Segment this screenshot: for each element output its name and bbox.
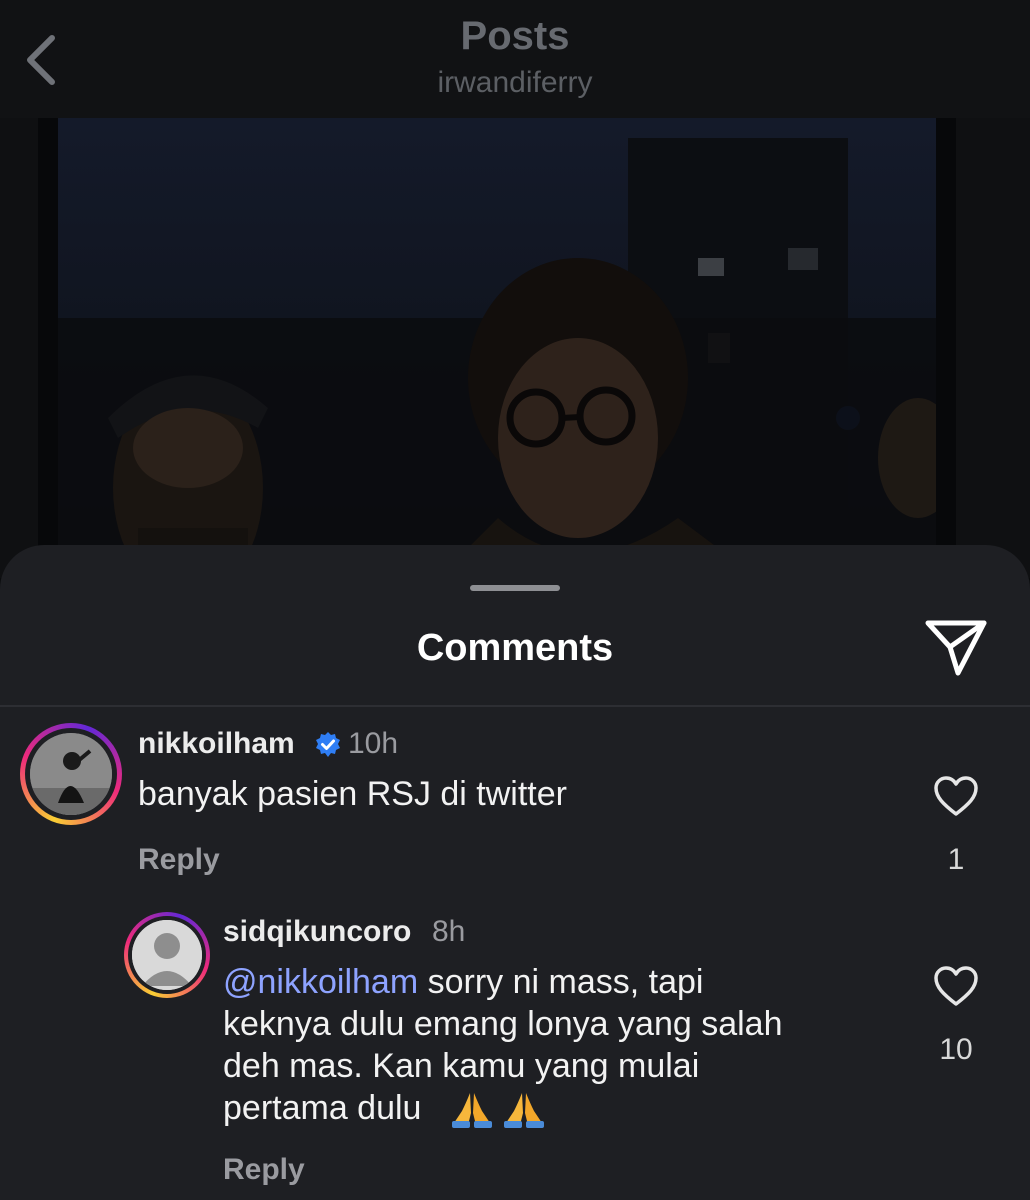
- post-media-area: [0, 118, 1030, 578]
- avatar-story-ring[interactable]: [124, 912, 210, 998]
- comment-text-line: sorry ni mass, tapi: [418, 963, 704, 1001]
- like-heart-icon[interactable]: [933, 775, 979, 817]
- user-photo-icon: [30, 733, 112, 815]
- comment-timestamp: 8h: [432, 915, 466, 948]
- folded-hands-emoji-icon: [452, 1093, 492, 1128]
- avatar-story-ring[interactable]: [20, 723, 122, 825]
- like-count: 1: [947, 843, 965, 876]
- reply-button[interactable]: Reply: [138, 843, 220, 877]
- night-photo-illustration: [58, 118, 936, 578]
- default-avatar-icon: [132, 920, 202, 990]
- like-count: 10: [939, 1033, 973, 1066]
- account-username[interactable]: irwandiferry: [0, 66, 1030, 100]
- like-heart-icon[interactable]: [933, 965, 979, 1007]
- comment-username[interactable]: sidqikuncoro: [223, 915, 411, 949]
- avatar: [132, 920, 202, 990]
- comment-username[interactable]: nikkoilham: [138, 727, 295, 761]
- sheet-divider: [0, 705, 1030, 707]
- comment-text-line: pertama dulu: [223, 1089, 422, 1127]
- share-send-icon[interactable]: [922, 617, 990, 679]
- comment-text: @nikkoilham sorry ni mass, tapi keknya d…: [223, 961, 903, 1129]
- comments-title: Comments: [416, 627, 614, 669]
- reply-button[interactable]: Reply: [223, 1153, 305, 1187]
- avatar: [30, 733, 112, 815]
- comment-timestamp: 10h: [348, 727, 399, 760]
- comment-text: banyak pasien RSJ di twitter: [138, 775, 567, 813]
- verified-badge-icon: [316, 732, 340, 757]
- comment-text-line: keknya dulu emang lonya yang salah: [223, 1005, 783, 1043]
- post-media-frame: [38, 118, 956, 578]
- folded-hands-emoji-icon: [504, 1093, 544, 1128]
- sheet-grabber[interactable]: [470, 585, 560, 591]
- post-photo[interactable]: [58, 118, 936, 578]
- mention-link[interactable]: @nikkoilham: [223, 963, 418, 1001]
- comment-text-line: deh mas. Kan kamu yang mulai: [223, 1047, 700, 1085]
- page-title: Posts: [460, 14, 570, 58]
- comments-sheet: Comments nikkoilham 10h banyak pasien RS…: [0, 545, 1030, 1200]
- top-bar: Posts irwandiferry: [0, 0, 1030, 118]
